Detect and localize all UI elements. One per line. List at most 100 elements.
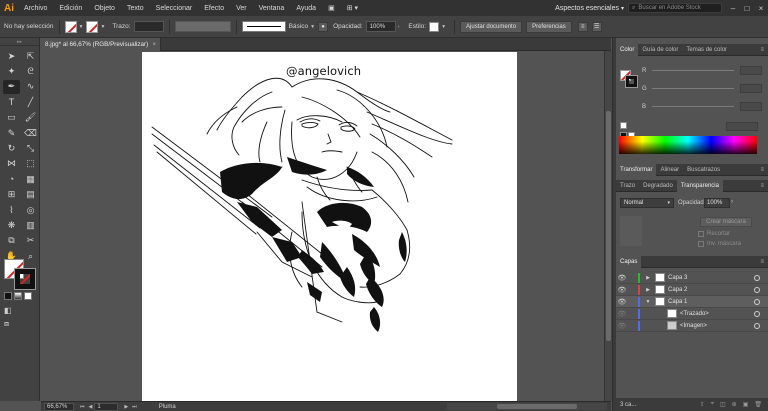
- paintbrush-icon[interactable]: 🖌: [22, 111, 39, 125]
- new-sublayer-icon[interactable]: ⊕: [732, 401, 737, 408]
- new-layer-icon[interactable]: ▣: [743, 401, 749, 408]
- opacity-field[interactable]: 100%: [365, 21, 396, 32]
- stroke-box[interactable]: [15, 269, 35, 289]
- brush-library-icon[interactable]: ●: [318, 21, 329, 32]
- menu-seleccionar[interactable]: Seleccionar: [150, 5, 199, 12]
- close-icon[interactable]: ×: [152, 42, 156, 48]
- free-transform-icon[interactable]: ⬚: [22, 157, 39, 171]
- fit-document-button[interactable]: Ajustar documento: [460, 20, 523, 33]
- first-artboard-icon[interactable]: ⏮: [80, 404, 85, 410]
- none-mode-icon[interactable]: [24, 292, 32, 300]
- layer-row[interactable]: 👁 ▶ Capa 3: [616, 272, 768, 284]
- blend-tool-icon[interactable]: ◎: [22, 203, 39, 217]
- fill-stroke-control[interactable]: [4, 259, 36, 289]
- target-icon[interactable]: [754, 322, 760, 329]
- gradient-mode-icon[interactable]: [14, 292, 22, 300]
- eye-icon[interactable]: 👁: [616, 310, 628, 318]
- stroke-weight-field[interactable]: [133, 21, 164, 32]
- layer-row[interactable]: 👁 ▼ Capa 1: [616, 296, 768, 308]
- width-tool-icon[interactable]: ⋈: [3, 157, 20, 171]
- maximize-icon[interactable]: □: [740, 4, 754, 13]
- eye-icon[interactable]: 👁: [616, 322, 628, 330]
- shaper-tool-icon[interactable]: ✎: [3, 126, 20, 140]
- target-icon[interactable]: [754, 298, 760, 305]
- draw-mode-icon[interactable]: ◧: [4, 306, 18, 316]
- bridge-icon[interactable]: ▣: [322, 4, 341, 12]
- close-icon[interactable]: ×: [754, 4, 768, 13]
- layer-name[interactable]: Capa 1: [668, 299, 687, 305]
- menu-ventana[interactable]: Ventana: [253, 5, 291, 12]
- chevron-down-icon[interactable]: ▼: [644, 299, 652, 305]
- screen-mode-icon[interactable]: ⧈: [4, 319, 18, 329]
- hex-field[interactable]: [726, 122, 758, 131]
- line-tool-icon[interactable]: ╱: [22, 95, 39, 109]
- slider-b[interactable]: B: [642, 102, 762, 111]
- rotate-tool-icon[interactable]: ↻: [3, 141, 20, 155]
- magic-wand-icon[interactable]: ✦: [3, 64, 20, 78]
- chevron-right-icon[interactable]: ›: [398, 24, 400, 30]
- make-mask-button[interactable]: Crear máscara: [700, 217, 752, 227]
- artboard-field[interactable]: 1: [94, 402, 119, 411]
- scroll-thumb[interactable]: [497, 404, 577, 409]
- layer-row[interactable]: 👁 ▶ Capa 2: [616, 284, 768, 296]
- eyedropper-icon[interactable]: ⌇: [3, 203, 20, 217]
- preferences-button[interactable]: Preferencias: [526, 20, 572, 33]
- align-icon[interactable]: ≡: [577, 21, 588, 32]
- blend-mode-select[interactable]: Normal ▾: [620, 198, 674, 208]
- color-stroke-box[interactable]: [626, 76, 637, 87]
- layer-name[interactable]: Capa 3: [668, 275, 687, 281]
- clip-checkbox[interactable]: [698, 231, 704, 237]
- eye-icon[interactable]: 👁: [616, 274, 628, 282]
- mesh-tool-icon[interactable]: ⊞: [3, 188, 20, 202]
- curvature-tool-icon[interactable]: ∿: [22, 80, 39, 94]
- tab-layers[interactable]: Capas: [616, 255, 642, 268]
- chevron-down-icon[interactable]: ▼: [441, 24, 446, 30]
- transparency-opacity-field[interactable]: 100%: [704, 198, 730, 208]
- invert-mask-checkbox[interactable]: [698, 241, 704, 247]
- scroll-thumb[interactable]: [606, 111, 611, 341]
- lasso-icon[interactable]: ᘓ: [22, 64, 39, 78]
- tab-color-guide[interactable]: Guía de color: [638, 44, 682, 56]
- panel-menu-icon[interactable]: ≡: [760, 183, 768, 189]
- chevron-down-icon[interactable]: ▼: [310, 24, 315, 30]
- tab-transparency[interactable]: Transparencia: [676, 179, 723, 192]
- symbol-sprayer-icon[interactable]: ❋: [3, 218, 20, 232]
- chevron-down-icon[interactable]: ▼: [100, 24, 105, 30]
- layer-name[interactable]: Capa 2: [668, 287, 687, 293]
- menu-edicion[interactable]: Edición: [53, 5, 88, 12]
- target-icon[interactable]: [754, 310, 760, 317]
- tab-color[interactable]: Color: [616, 43, 639, 56]
- panel-menu-icon[interactable]: ≡: [760, 47, 768, 53]
- target-icon[interactable]: [754, 274, 760, 281]
- next-artboard-icon[interactable]: ▶: [124, 404, 128, 410]
- variable-width-field[interactable]: [174, 21, 231, 32]
- vertical-scrollbar[interactable]: [604, 51, 612, 401]
- channel-g-field[interactable]: [740, 84, 762, 93]
- eye-icon[interactable]: 👁: [616, 298, 628, 306]
- sublayer-name[interactable]: <Imagen>: [680, 323, 707, 329]
- channel-r-field[interactable]: [740, 66, 762, 75]
- chevron-right-icon[interactable]: ›: [731, 199, 733, 205]
- tab-align[interactable]: Alinear: [656, 164, 683, 176]
- panel-menu-icon[interactable]: ≡: [760, 259, 768, 265]
- sublayer-row[interactable]: 👁 <Imagen>: [616, 320, 768, 332]
- color-spectrum[interactable]: [619, 136, 757, 154]
- panel-menu-icon[interactable]: ≡: [760, 167, 768, 173]
- slice-tool-icon[interactable]: ✂: [22, 234, 39, 248]
- arrange-icon[interactable]: ⊞ ▾: [341, 4, 364, 12]
- target-icon[interactable]: [754, 286, 760, 293]
- stroke-swatch[interactable]: [86, 20, 99, 33]
- chevron-right-icon[interactable]: ▶: [644, 275, 652, 281]
- channel-b-field[interactable]: [740, 102, 762, 111]
- artboard-tool-icon[interactable]: ⧉: [3, 234, 20, 248]
- column-graph-icon[interactable]: ▥: [22, 218, 39, 232]
- perspective-grid-icon[interactable]: ▦: [22, 172, 39, 186]
- export-icon[interactable]: ⇪: [700, 401, 705, 408]
- horizontal-scrollbar[interactable]: [447, 403, 607, 410]
- locate-icon[interactable]: ⌖: [711, 401, 714, 408]
- menu-ver[interactable]: Ver: [230, 5, 253, 12]
- tab-gradient[interactable]: Degradado: [639, 180, 677, 192]
- menu-efecto[interactable]: Efecto: [198, 5, 230, 12]
- scale-tool-icon[interactable]: ⤡: [22, 141, 39, 155]
- gradient-tool-icon[interactable]: ▤: [22, 188, 39, 202]
